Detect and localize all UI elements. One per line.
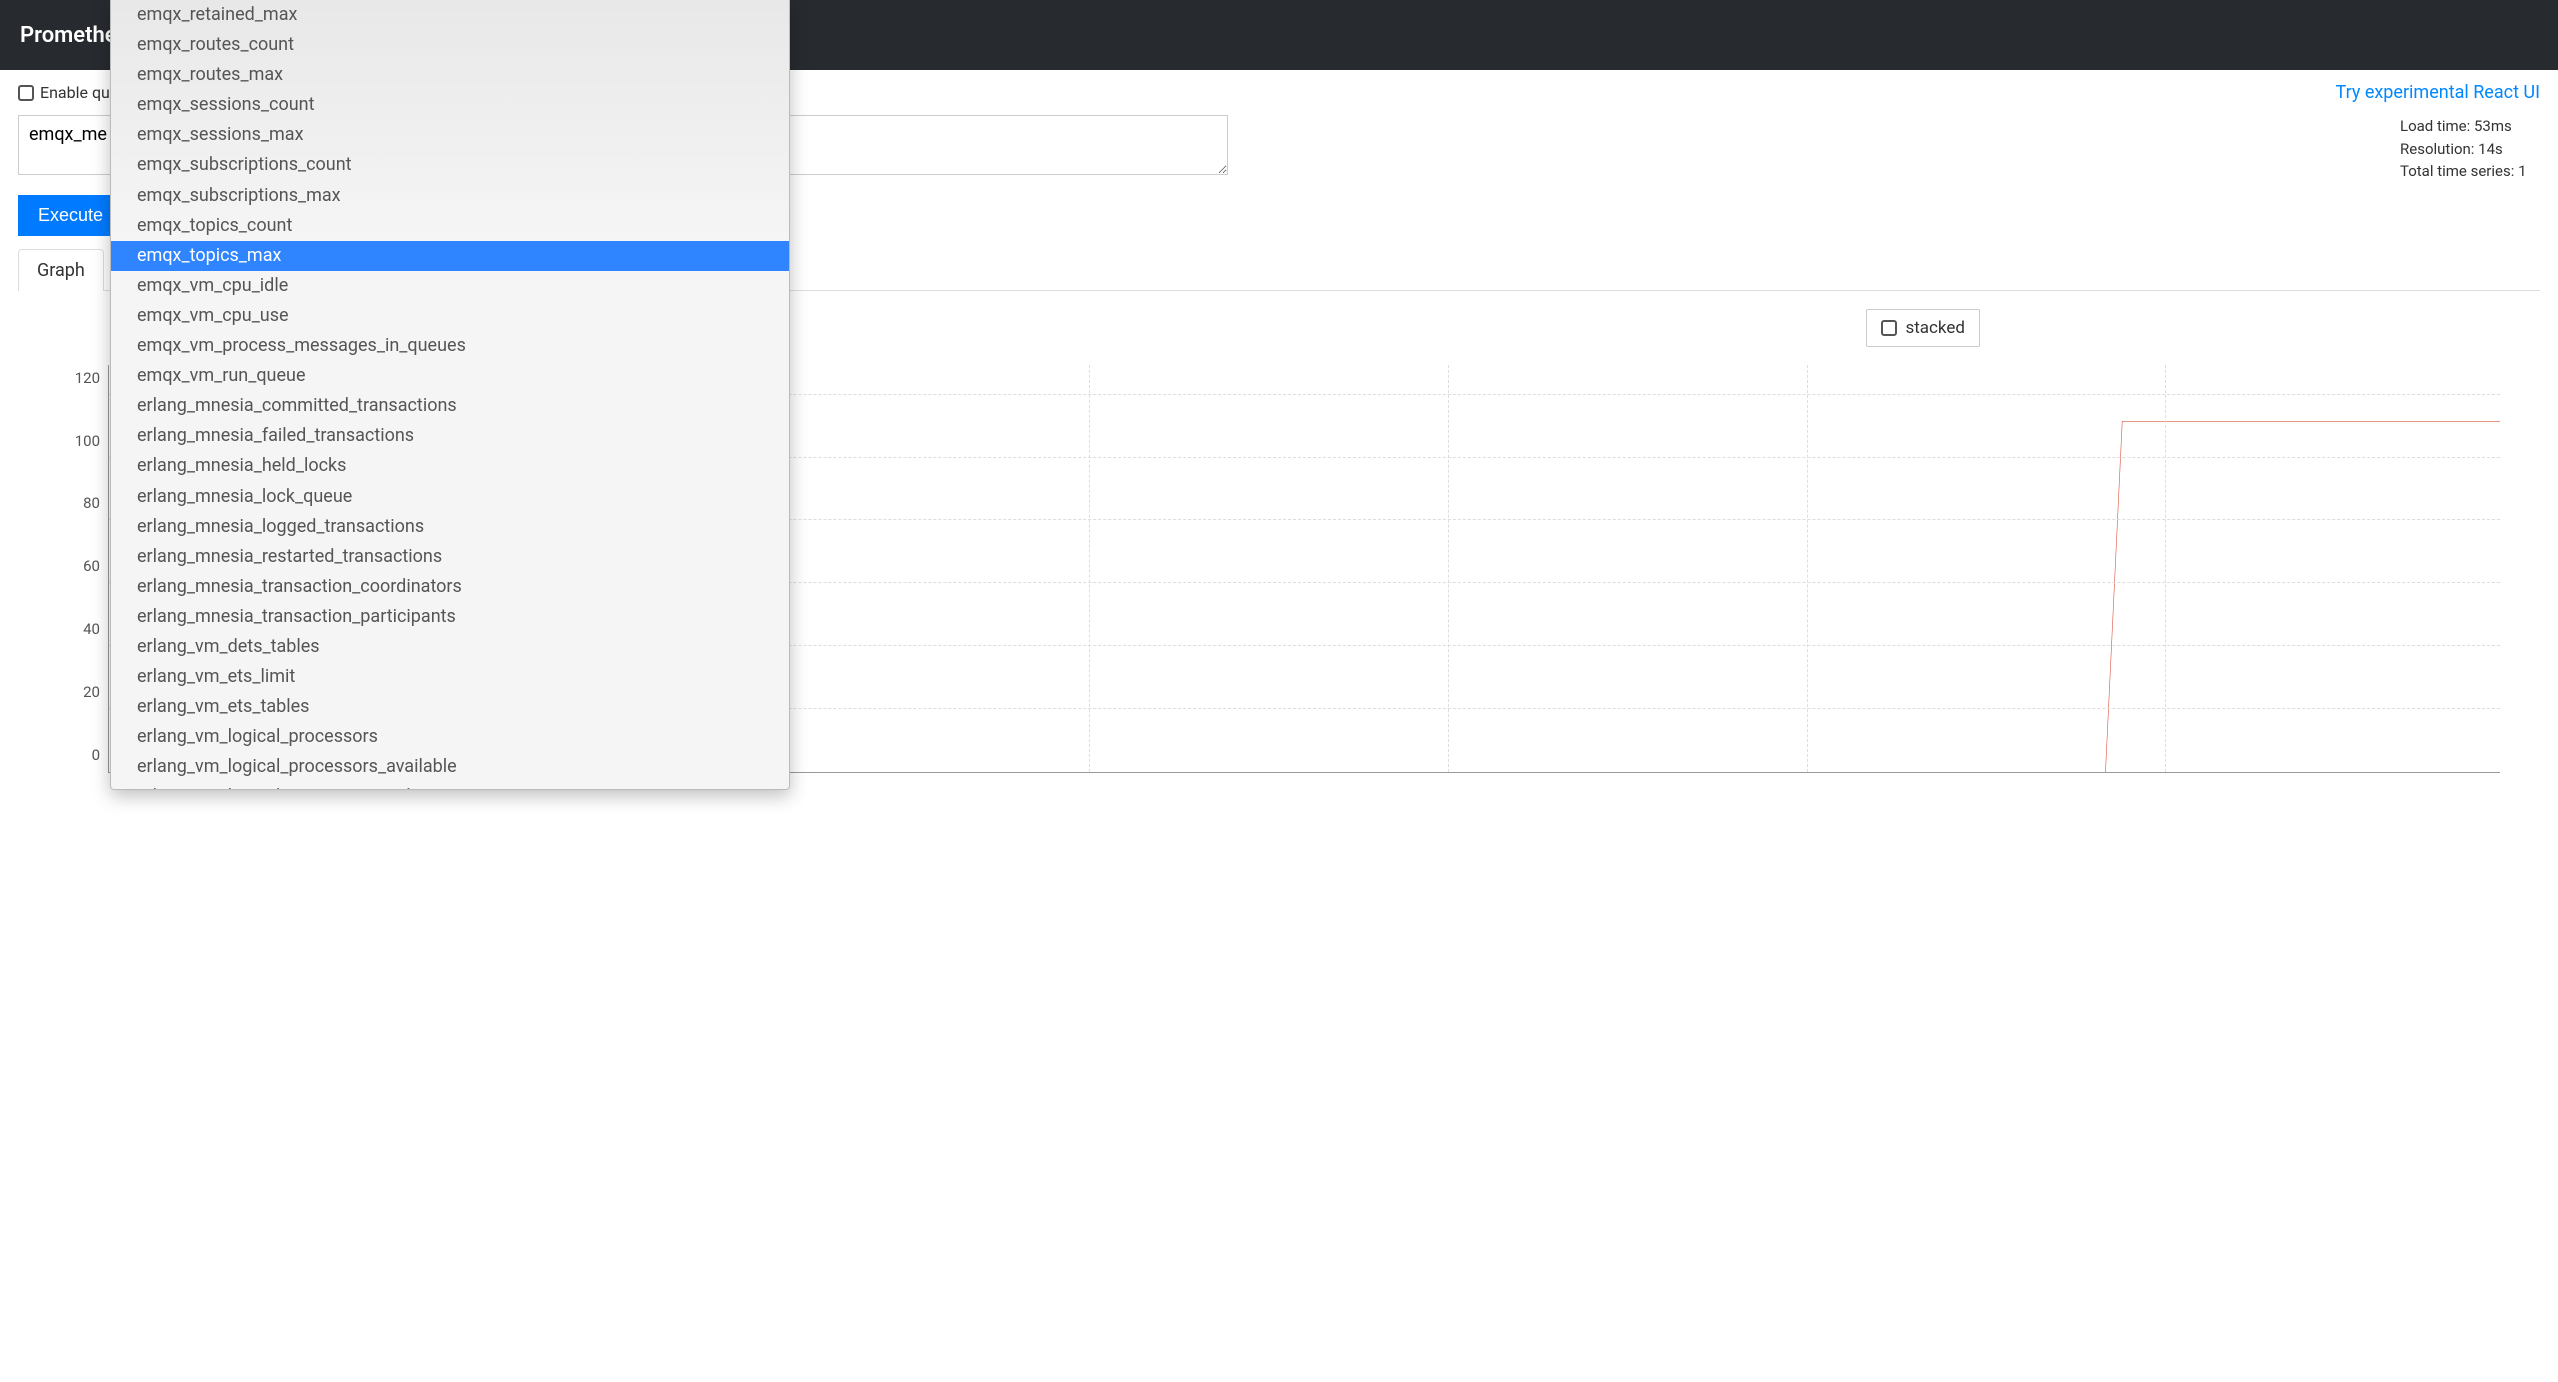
dropdown-item[interactable]: emqx_vm_cpu_idle: [111, 271, 789, 301]
y-tick-label: 40: [83, 620, 100, 638]
autocomplete-dropdown[interactable]: emqx_retained_maxemqx_routes_countemqx_r…: [110, 0, 790, 790]
dropdown-item[interactable]: emqx_subscriptions_count: [111, 150, 789, 180]
dropdown-item[interactable]: emqx_vm_run_queue: [111, 361, 789, 391]
y-tick-label: 0: [92, 746, 100, 764]
dropdown-item[interactable]: erlang_vm_dets_tables: [111, 632, 789, 662]
y-tick-label: 120: [75, 369, 100, 387]
react-ui-link[interactable]: Try experimental React UI: [2336, 82, 2541, 103]
y-tick-label: 80: [83, 494, 100, 512]
execute-button[interactable]: Execute: [18, 195, 123, 236]
dropdown-item[interactable]: erlang_mnesia_held_locks: [111, 451, 789, 481]
dropdown-item[interactable]: emqx_vm_process_messages_in_queues: [111, 331, 789, 361]
dropdown-item[interactable]: emqx_subscriptions_max: [111, 181, 789, 211]
tab-graph[interactable]: Graph: [18, 249, 104, 291]
y-tick-label: 20: [83, 683, 100, 701]
query-stats: Load time: 53ms Resolution: 14s Total ti…: [2360, 115, 2540, 183]
y-axis: 0 20 40 60 80 100 120: [58, 365, 108, 773]
stat-load-time: Load time: 53ms: [2400, 115, 2540, 138]
dropdown-item[interactable]: emqx_topics_max: [111, 241, 789, 271]
stacked-label: stacked: [1905, 318, 1965, 338]
dropdown-item[interactable]: erlang_mnesia_transaction_coordinators: [111, 572, 789, 602]
y-tick-label: 100: [75, 432, 100, 450]
dropdown-item[interactable]: emqx_retained_max: [111, 0, 789, 30]
stat-series: Total time series: 1: [2400, 160, 2540, 183]
checkbox-icon: [18, 85, 34, 101]
checkbox-icon: [1881, 320, 1897, 336]
dropdown-item[interactable]: erlang_mnesia_transaction_participants: [111, 602, 789, 632]
dropdown-item[interactable]: emqx_sessions_max: [111, 120, 789, 150]
dropdown-item[interactable]: erlang_mnesia_failed_transactions: [111, 421, 789, 451]
stacked-checkbox[interactable]: stacked: [1866, 309, 1980, 347]
dropdown-item[interactable]: emqx_routes_max: [111, 60, 789, 90]
stat-resolution: Resolution: 14s: [2400, 138, 2540, 161]
dropdown-item[interactable]: erlang_mnesia_logged_transactions: [111, 512, 789, 542]
dropdown-item[interactable]: emqx_topics_count: [111, 211, 789, 241]
dropdown-item[interactable]: erlang_vm_ets_limit: [111, 662, 789, 692]
y-tick-label: 60: [83, 557, 100, 575]
dropdown-item[interactable]: erlang_vm_logical_processors_available: [111, 752, 789, 782]
dropdown-item[interactable]: erlang_mnesia_restarted_transactions: [111, 542, 789, 572]
dropdown-item[interactable]: emqx_routes_count: [111, 30, 789, 60]
dropdown-item[interactable]: erlang_vm_logical_processors: [111, 722, 789, 752]
dropdown-item[interactable]: emqx_sessions_count: [111, 90, 789, 120]
dropdown-item[interactable]: emqx_vm_cpu_use: [111, 301, 789, 331]
dropdown-item[interactable]: erlang_vm_ets_tables: [111, 692, 789, 722]
dropdown-item[interactable]: erlang_mnesia_lock_queue: [111, 482, 789, 512]
dropdown-item[interactable]: erlang_vm_logical_processors_online: [111, 782, 789, 790]
dropdown-item[interactable]: erlang_mnesia_committed_transactions: [111, 391, 789, 421]
